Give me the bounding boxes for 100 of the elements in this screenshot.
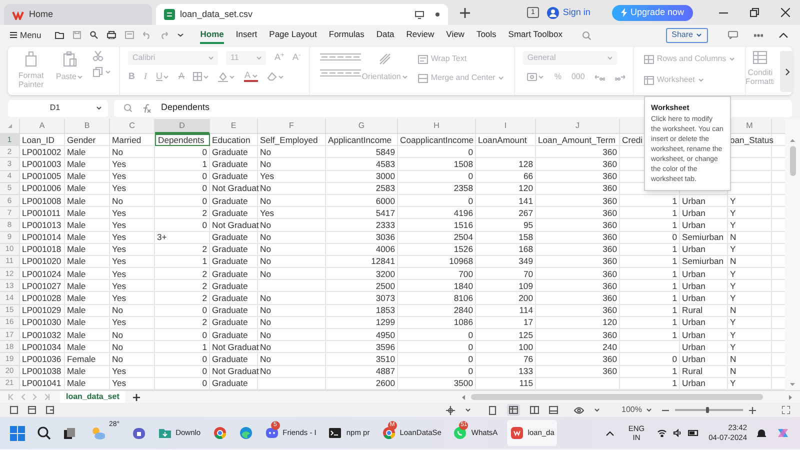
table-cell[interactable]: Y xyxy=(728,329,772,342)
table-cell[interactable]: LoanAmount xyxy=(476,134,536,146)
table-cell[interactable]: 2 xyxy=(155,280,210,292)
table-cell[interactable]: 2358 xyxy=(398,182,476,195)
table-cell[interactable]: 2 xyxy=(155,207,210,220)
table-cell[interactable]: 120 xyxy=(476,182,536,195)
table-cell[interactable]: 360 xyxy=(536,304,620,317)
export-page-icon[interactable] xyxy=(488,406,497,414)
undo-icon[interactable] xyxy=(143,31,152,39)
table-cell[interactable]: 2 xyxy=(155,316,210,329)
table-cell[interactable]: 3073 xyxy=(326,292,398,305)
table-cell[interactable]: Male xyxy=(65,304,110,317)
table-cell[interactable]: 2 xyxy=(155,244,210,256)
table-cell[interactable]: Yes xyxy=(110,316,155,329)
table-cell[interactable]: 2583 xyxy=(326,182,398,195)
table-cell[interactable]: 5849 xyxy=(326,146,398,158)
table-cell[interactable]: LP001028 xyxy=(20,292,65,305)
table-cell[interactable]: 158 xyxy=(476,232,536,244)
table-cell[interactable]: 2500 xyxy=(326,280,398,292)
table-cell[interactable]: Graduate xyxy=(210,353,258,366)
more-icon[interactable] xyxy=(754,34,763,36)
table-cell[interactable]: No xyxy=(258,182,326,195)
table-cell[interactable]: 4887 xyxy=(326,366,398,378)
table-cell[interactable]: Yes xyxy=(110,170,155,183)
table-cell[interactable]: Not Graduat xyxy=(210,341,258,354)
table-cell[interactable]: 2504 xyxy=(398,232,476,244)
ribbon-tab[interactable]: Smart Toolbox xyxy=(508,26,562,44)
table-cell[interactable]: 3200 xyxy=(326,268,398,280)
table-cell[interactable]: Female xyxy=(65,353,110,366)
table-cell[interactable]: No xyxy=(110,146,155,158)
table-cell[interactable]: Urban xyxy=(680,207,728,220)
table-cell[interactable]: Male xyxy=(65,280,110,292)
column-header[interactable]: G xyxy=(326,119,398,134)
table-cell[interactable]: No xyxy=(258,341,326,354)
table-cell[interactable]: 1 xyxy=(620,219,680,232)
table-cell[interactable]: Male xyxy=(65,292,110,305)
table-cell[interactable]: 6000 xyxy=(326,194,398,208)
column-header[interactable]: F xyxy=(258,119,326,134)
table-cell[interactable]: 0 xyxy=(620,232,680,244)
table-cell[interactable]: No xyxy=(258,316,326,329)
table-cell[interactable]: 0 xyxy=(398,353,476,366)
table-cell[interactable]: No xyxy=(258,256,326,268)
table-cell[interactable]: Y xyxy=(728,292,772,305)
collapse-icon[interactable] xyxy=(779,32,788,38)
scrollbar-thumb[interactable] xyxy=(790,146,796,176)
table-cell[interactable]: Yes xyxy=(110,244,155,256)
macro-icon[interactable] xyxy=(10,406,18,414)
align-icon[interactable] xyxy=(352,53,361,61)
table-cell[interactable]: Male xyxy=(65,207,110,220)
table-cell[interactable]: 1516 xyxy=(398,219,476,232)
table-cell[interactable]: Graduate xyxy=(210,158,258,171)
table-cell[interactable]: 2333 xyxy=(326,219,398,232)
ribbon-tab[interactable]: Home xyxy=(200,26,224,44)
table-cell[interactable]: No xyxy=(110,329,155,342)
table-cell[interactable]: 0 xyxy=(155,329,210,342)
table-cell[interactable]: Male xyxy=(65,341,110,354)
share-button[interactable]: Share xyxy=(666,28,708,42)
ribbon-tab[interactable]: View xyxy=(446,26,464,44)
table-cell[interactable]: 360 xyxy=(536,219,620,232)
table-cell[interactable]: 1526 xyxy=(398,244,476,256)
add-tab-icon[interactable] xyxy=(460,8,470,18)
ribbon-tab[interactable]: Insert xyxy=(236,26,258,44)
table-cell[interactable]: 1 xyxy=(620,268,680,280)
table-cell[interactable]: 360 xyxy=(536,158,620,171)
table-cell[interactable]: N xyxy=(728,366,772,378)
comment-icon[interactable] xyxy=(728,31,738,39)
page-break-icon[interactable] xyxy=(548,406,558,414)
table-cell[interactable]: 0 xyxy=(398,194,476,208)
table-cell[interactable]: 1086 xyxy=(398,316,476,329)
table-cell[interactable]: Yes xyxy=(258,170,326,183)
fullscreen-icon[interactable] xyxy=(782,406,790,414)
table-cell[interactable]: 360 xyxy=(536,232,620,244)
table-cell[interactable]: Male xyxy=(65,219,110,232)
table-cell[interactable]: 0 xyxy=(155,146,210,158)
table-cell[interactable]: LP001005 xyxy=(20,170,65,183)
column-header[interactable]: B xyxy=(65,119,110,134)
prev-sheet-icon[interactable] xyxy=(21,394,25,400)
speaker-icon[interactable] xyxy=(672,429,682,437)
table-cell[interactable]: No xyxy=(258,304,326,317)
more-caret-icon[interactable] xyxy=(177,33,184,37)
table-cell[interactable]: Urban xyxy=(680,244,728,256)
table-cell[interactable]: Self_Employed xyxy=(258,134,326,146)
sign-in-button[interactable]: Sign in xyxy=(546,6,590,20)
table-cell[interactable]: 125 xyxy=(476,329,536,342)
table-cell[interactable]: 360 xyxy=(536,194,620,208)
eraser-icon[interactable] xyxy=(266,72,276,82)
table-cell[interactable]: 3+ xyxy=(155,232,210,244)
column-header[interactable]: I xyxy=(476,119,536,134)
table-cell[interactable] xyxy=(620,341,680,354)
table-cell[interactable]: LP001024 xyxy=(20,268,65,280)
table-cell[interactable]: No xyxy=(258,158,326,171)
table-cell[interactable]: 267 xyxy=(476,207,536,220)
table-cell[interactable]: 10968 xyxy=(398,256,476,268)
table-cell[interactable]: 360 xyxy=(536,366,620,378)
table-cell[interactable]: Male xyxy=(65,256,110,268)
table-cell[interactable]: 1 xyxy=(620,207,680,220)
column-header[interactable]: H xyxy=(398,119,476,134)
border-icon[interactable] xyxy=(193,72,202,82)
align-icon[interactable] xyxy=(352,69,361,77)
table-cell[interactable]: 200 xyxy=(476,292,536,305)
